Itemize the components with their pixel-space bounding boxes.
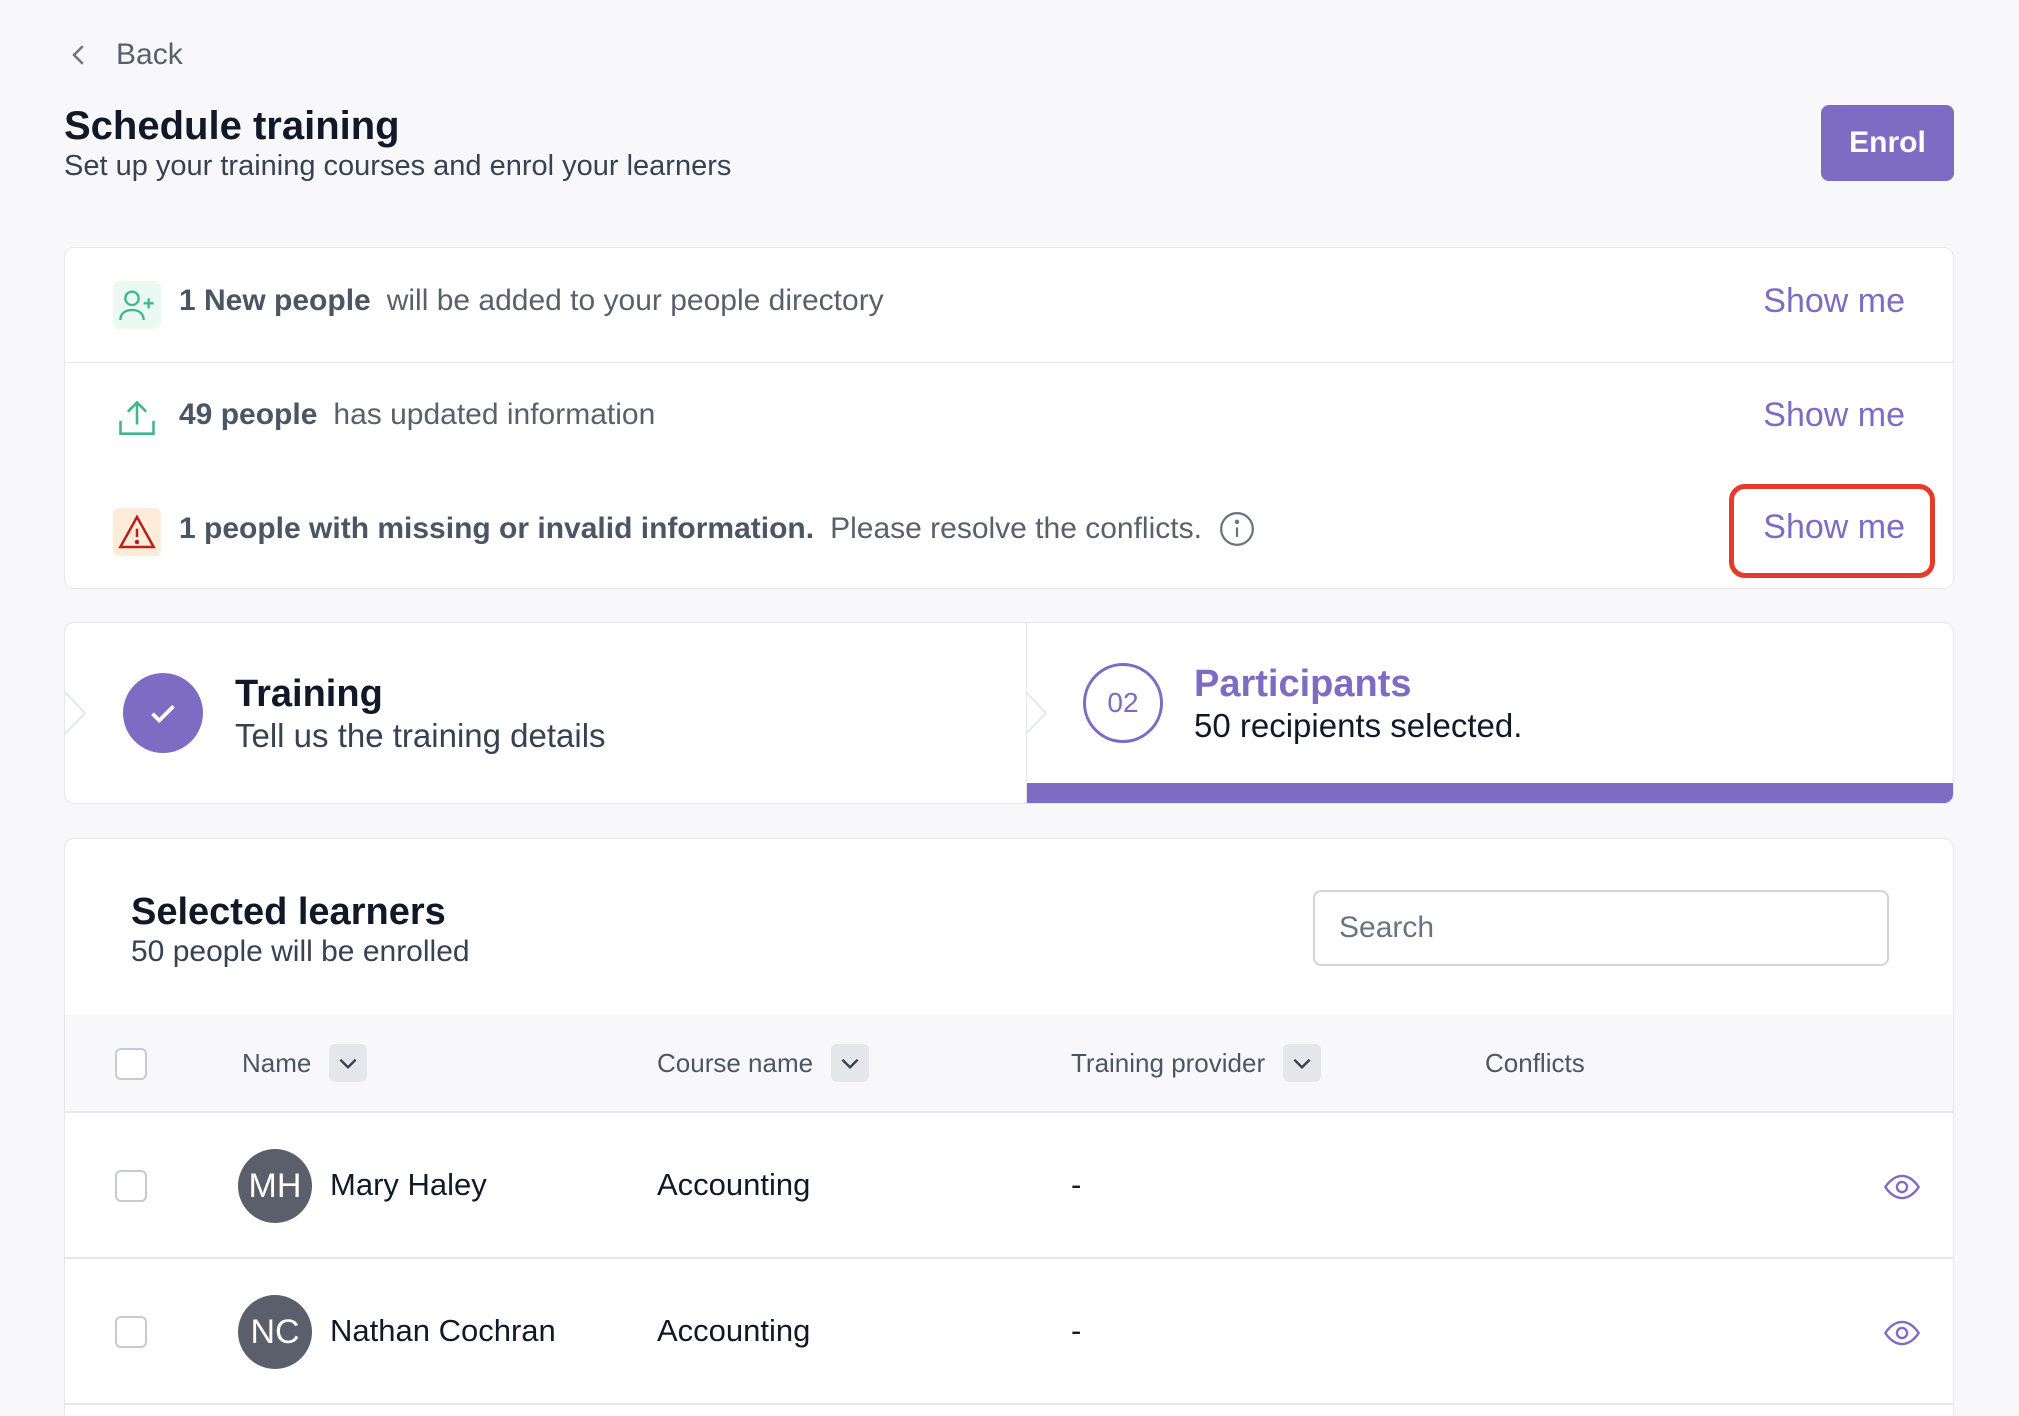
step-description: 50 recipients selected. bbox=[1194, 707, 1523, 744]
step-training[interactable]: Training Tell us the training details bbox=[65, 623, 1026, 803]
avatar: NC bbox=[238, 1295, 312, 1369]
info-icon[interactable] bbox=[1218, 510, 1256, 548]
chevron-down-icon bbox=[339, 1058, 357, 1070]
column-label: Course name bbox=[657, 1047, 814, 1078]
chevron-down-icon bbox=[1293, 1058, 1311, 1070]
show-me-updated-people-link[interactable]: Show me bbox=[1763, 396, 1905, 435]
step-complete-badge bbox=[123, 673, 203, 753]
notice-updated-people: 49 people has updated information Show m… bbox=[65, 362, 1953, 476]
column-label: Training provider bbox=[1071, 1047, 1266, 1078]
page-title: Schedule training bbox=[64, 104, 400, 148]
chevron-divider bbox=[1026, 691, 1048, 735]
step-number-badge: 02 bbox=[1083, 663, 1163, 743]
sort-provider-button[interactable] bbox=[1283, 1044, 1322, 1082]
section-title: Selected learners bbox=[131, 891, 446, 933]
training-provider: - bbox=[1071, 1167, 1082, 1202]
training-stepper: Training Tell us the training details 02… bbox=[64, 622, 1954, 804]
learner-name: Nathan Cochran bbox=[330, 1313, 556, 1348]
chevron-down-icon bbox=[841, 1058, 859, 1070]
notice-text: Please resolve the conflicts. bbox=[830, 512, 1202, 545]
notice-invalid-people: 1 people with missing or invalid informa… bbox=[65, 476, 1953, 590]
table-header: Name Course name Training provider Confl… bbox=[65, 1015, 1953, 1113]
section-subtitle: 50 people will be enrolled bbox=[131, 935, 470, 968]
notice-text: will be added to your people directory bbox=[386, 284, 884, 317]
table-row: NC Nathan Cochran Accounting - bbox=[65, 1259, 1953, 1405]
sort-name-button[interactable] bbox=[329, 1044, 368, 1082]
search-input[interactable] bbox=[1313, 890, 1889, 966]
avatar: MH bbox=[238, 1149, 312, 1223]
course-name: Accounting bbox=[657, 1313, 811, 1348]
step-title: Participants bbox=[1194, 663, 1412, 705]
step-description: Tell us the training details bbox=[235, 717, 606, 754]
notice-strong: 1 people with missing or invalid informa… bbox=[179, 512, 815, 545]
eye-icon[interactable] bbox=[1883, 1168, 1921, 1206]
table-row: MH Mary Haley Accounting - bbox=[65, 1113, 1953, 1259]
step-participants[interactable]: 02 Participants 50 recipients selected. bbox=[1026, 623, 1953, 803]
select-all-checkbox[interactable] bbox=[115, 1048, 147, 1080]
enrol-button[interactable]: Enrol bbox=[1821, 105, 1954, 181]
page-subtitle: Set up your training courses and enrol y… bbox=[64, 150, 732, 182]
notice-strong: 1 New people bbox=[179, 284, 371, 317]
check-icon bbox=[151, 704, 175, 724]
column-course: Course name bbox=[657, 1015, 870, 1111]
notice-strong: 49 people bbox=[179, 398, 318, 431]
row-checkbox[interactable] bbox=[115, 1316, 147, 1348]
eye-icon[interactable] bbox=[1883, 1314, 1921, 1352]
row-checkbox[interactable] bbox=[115, 1170, 147, 1202]
warning-icon bbox=[113, 508, 161, 556]
column-label: Conflicts bbox=[1485, 1047, 1585, 1078]
back-link[interactable]: Back bbox=[64, 38, 183, 72]
import-summary-card: 1 New people will be added to your peopl… bbox=[64, 247, 1954, 589]
training-provider: - bbox=[1071, 1313, 1082, 1348]
chevron-divider bbox=[65, 691, 87, 735]
sort-course-button[interactable] bbox=[831, 1044, 870, 1082]
back-label: Back bbox=[116, 38, 183, 71]
show-me-new-people-link[interactable]: Show me bbox=[1763, 282, 1905, 321]
column-provider: Training provider bbox=[1071, 1015, 1322, 1111]
notice-text: has updated information bbox=[333, 398, 656, 431]
course-name: Accounting bbox=[657, 1167, 811, 1202]
upload-icon bbox=[113, 395, 161, 443]
notice-new-people: 1 New people will be added to your peopl… bbox=[65, 248, 1953, 362]
user-plus-icon bbox=[113, 281, 161, 329]
step-title: Training bbox=[235, 673, 383, 715]
active-step-indicator bbox=[1027, 783, 1953, 803]
column-name: Name bbox=[242, 1015, 368, 1111]
column-conflicts: Conflicts bbox=[1485, 1015, 1585, 1111]
column-label: Name bbox=[242, 1047, 312, 1078]
show-me-invalid-people-link[interactable]: Show me bbox=[1763, 508, 1905, 547]
chevron-left-icon bbox=[72, 45, 84, 65]
learner-name: Mary Haley bbox=[330, 1167, 487, 1202]
selected-learners-card: Selected learners 50 people will be enro… bbox=[64, 838, 1954, 1416]
